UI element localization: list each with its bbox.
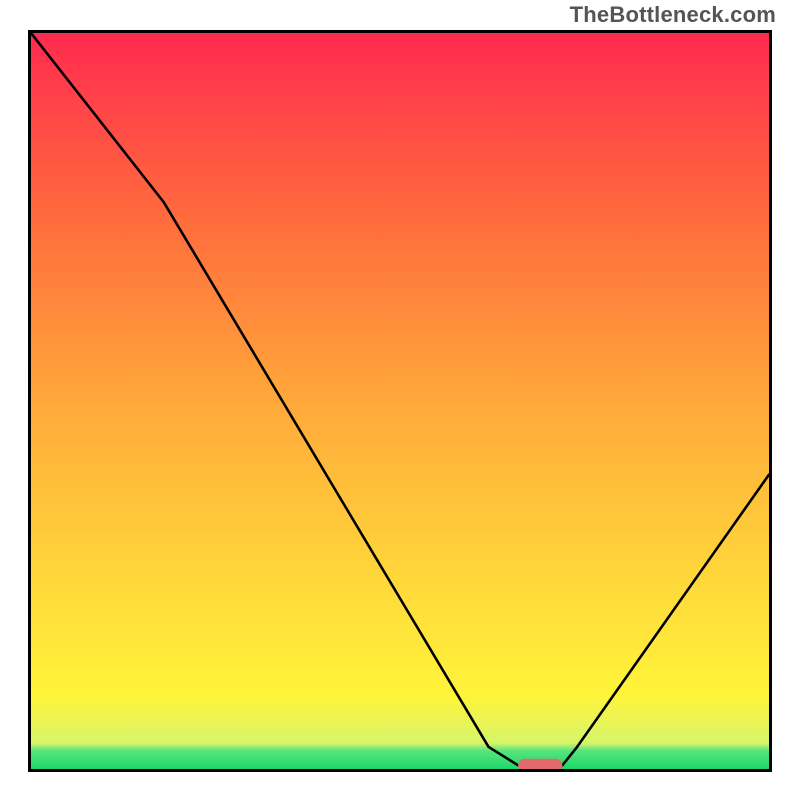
bottleneck-chart [28,30,772,772]
chart-overlay [31,33,769,769]
optimal-marker [518,759,562,769]
bottleneck-curve [31,33,769,765]
watermark-text: TheBottleneck.com [570,2,776,28]
